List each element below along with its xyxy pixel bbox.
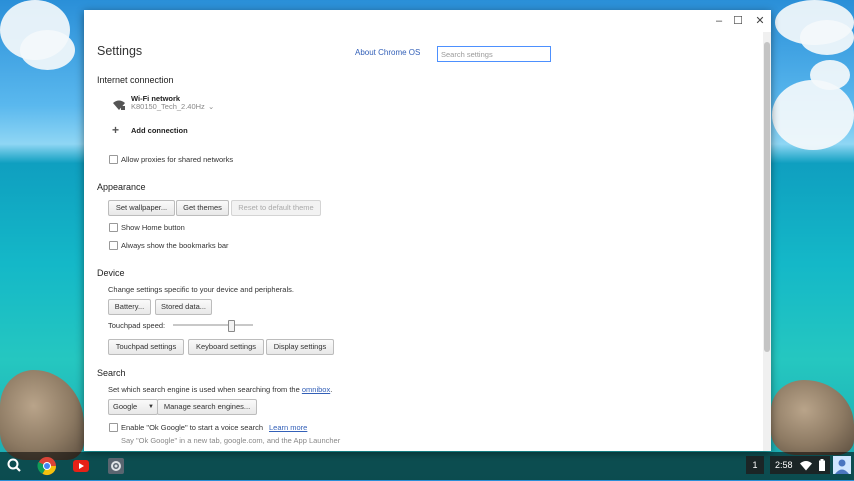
manage-search-engines-button[interactable]: Manage search engines... bbox=[157, 399, 257, 415]
ok-google-hint: Say "Ok Google" in a new tab, google.com… bbox=[121, 436, 341, 445]
scrollbar[interactable] bbox=[763, 32, 771, 451]
bookmarks-bar-checkbox[interactable] bbox=[109, 241, 118, 250]
wifi-status-icon bbox=[800, 459, 812, 477]
show-home-checkbox[interactable] bbox=[109, 223, 118, 232]
section-title-appearance: Appearance bbox=[97, 182, 146, 192]
about-chrome-os-link[interactable]: About Chrome OS bbox=[355, 48, 420, 57]
search-engine-select[interactable]: Google ▼ bbox=[108, 399, 158, 415]
allow-proxies-label: Allow proxies for shared networks bbox=[121, 155, 234, 164]
section-title-search: Search bbox=[97, 368, 126, 378]
add-connection-button[interactable]: Add connection bbox=[131, 126, 188, 135]
bookmarks-bar-label: Always show the bookmarks bar bbox=[121, 241, 229, 250]
settings-window: – ☐ ✕ Settings About Chrome OS Internet … bbox=[84, 10, 771, 451]
plus-icon: + bbox=[112, 123, 120, 137]
battery-icon bbox=[819, 459, 825, 477]
chevron-down-icon[interactable]: ⌄ bbox=[208, 102, 214, 111]
wifi-ssid[interactable]: K80150_Tech_2.40Hz bbox=[131, 102, 205, 111]
settings-app-icon[interactable] bbox=[106, 456, 126, 476]
status-tray[interactable]: 2:58 bbox=[770, 456, 830, 474]
notification-count-badge[interactable]: 1 bbox=[746, 456, 764, 474]
maximize-button[interactable]: ☐ bbox=[730, 13, 746, 29]
display-settings-button[interactable]: Display settings bbox=[266, 339, 334, 355]
avatar[interactable] bbox=[833, 456, 851, 474]
close-button[interactable]: ✕ bbox=[752, 13, 768, 29]
section-title-device: Device bbox=[97, 268, 125, 278]
touchpad-settings-button[interactable]: Touchpad settings bbox=[108, 339, 184, 355]
touchpad-speed-label: Touchpad speed: bbox=[108, 321, 166, 330]
section-title-internet: Internet connection bbox=[97, 75, 174, 85]
ok-google-checkbox[interactable] bbox=[109, 423, 118, 432]
ok-google-label: Enable "Ok Google" to start a voice sear… bbox=[121, 423, 264, 432]
search-settings-input[interactable] bbox=[437, 46, 551, 62]
page-title: Settings bbox=[97, 44, 143, 58]
search-description-text: Set which search engine is used when sea… bbox=[108, 385, 302, 394]
minimize-button[interactable]: – bbox=[711, 13, 727, 29]
search-description-end: . bbox=[330, 385, 333, 394]
search-engine-value: Google bbox=[113, 402, 138, 411]
show-home-label: Show Home button bbox=[121, 223, 185, 232]
learn-more-link[interactable]: Learn more bbox=[269, 423, 307, 432]
search-launcher-icon[interactable] bbox=[5, 456, 23, 474]
clock-time: 2:58 bbox=[775, 460, 793, 470]
reset-theme-button[interactable]: Reset to default theme bbox=[231, 200, 321, 216]
title-bar[interactable]: – ☐ ✕ bbox=[84, 10, 771, 32]
set-wallpaper-button[interactable]: Set wallpaper... bbox=[108, 200, 175, 216]
youtube-icon[interactable] bbox=[71, 456, 91, 476]
allow-proxies-checkbox[interactable] bbox=[109, 155, 118, 164]
touchpad-speed-slider[interactable] bbox=[173, 324, 253, 326]
wifi-icon bbox=[112, 98, 126, 110]
device-description: Change settings specific to your device … bbox=[108, 285, 294, 294]
keyboard-settings-button[interactable]: Keyboard settings bbox=[188, 339, 264, 355]
get-themes-button[interactable]: Get themes bbox=[176, 200, 229, 216]
scrollbar-thumb[interactable] bbox=[764, 42, 770, 352]
touchpad-speed-slider-thumb[interactable] bbox=[227, 320, 235, 332]
battery-button[interactable]: Battery... bbox=[108, 299, 151, 315]
stored-data-button[interactable]: Stored data... bbox=[155, 299, 212, 315]
dropdown-arrow-icon: ▼ bbox=[148, 404, 154, 410]
shelf bbox=[0, 452, 854, 480]
search-description: Set which search engine is used when sea… bbox=[108, 385, 332, 394]
omnibox-link[interactable]: omnibox bbox=[302, 385, 330, 394]
chrome-icon[interactable] bbox=[37, 456, 57, 476]
